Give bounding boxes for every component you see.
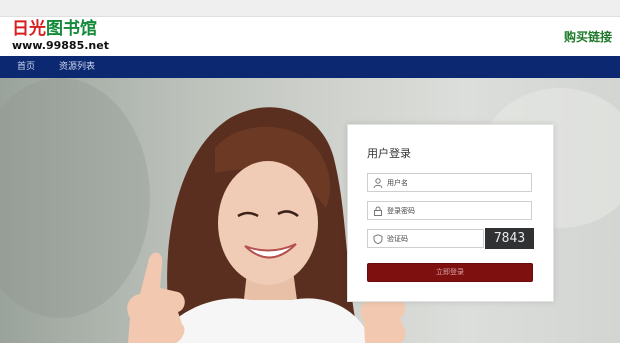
captcha-field[interactable] [367,229,484,248]
logo-title-part1: 日光 [12,19,46,39]
hero-banner: 用户登录 7843 立即登录 [0,78,620,343]
nav-item-home[interactable]: 首页 [17,56,35,78]
login-title: 用户登录 [367,147,411,160]
logo-title-part2: 图书馆 [46,19,97,39]
top-strip [0,0,620,17]
buy-link[interactable]: 购买链接 [564,28,612,45]
nav-item-resources[interactable]: 资源列表 [59,56,95,78]
lock-icon [374,206,382,216]
captcha-image[interactable]: 7843 [485,228,534,249]
shield-icon [373,234,383,244]
logo-title: 日光图书馆 [12,19,97,39]
logo-url: www.99885.net [12,39,109,52]
username-input[interactable] [387,174,497,191]
captcha-input[interactable] [387,230,477,247]
site-header: 日光图书馆 www.99885.net 购买链接 [0,17,620,55]
main-nav: 首页 资源列表 [0,56,620,78]
user-icon [373,178,383,188]
site-logo[interactable]: 日光图书馆 www.99885.net [12,19,109,55]
login-panel: 用户登录 7843 立即登录 [347,124,554,302]
username-field[interactable] [367,173,532,192]
password-field[interactable] [367,201,532,220]
password-input[interactable] [387,202,497,219]
login-button[interactable]: 立即登录 [367,263,533,282]
